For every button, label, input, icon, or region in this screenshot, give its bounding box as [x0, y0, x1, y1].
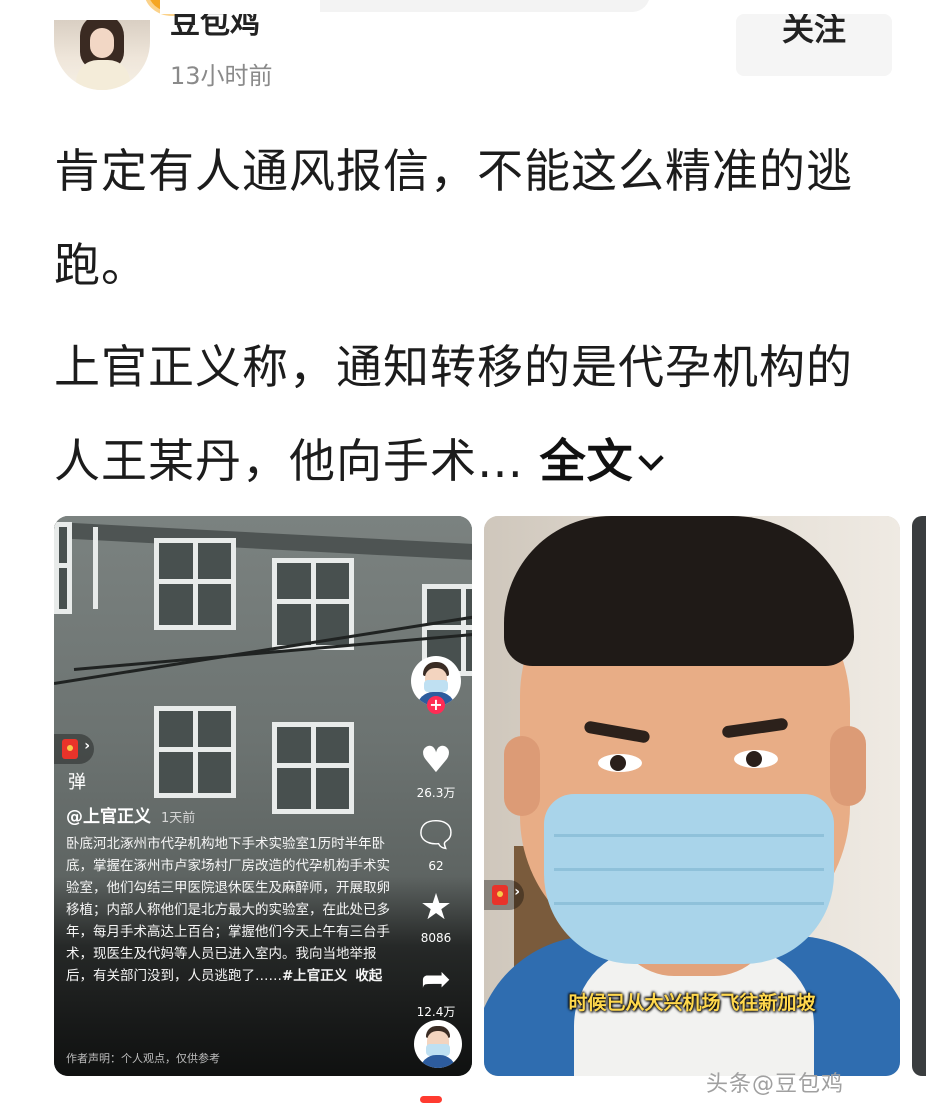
eye [598, 754, 642, 772]
post-paragraph-2-text: 上官正义称，通知转移的是代孕机构的人王某丹，他向手术… [54, 340, 853, 488]
mask-fold [554, 868, 824, 871]
share-count: 12.4万 [416, 1005, 456, 1019]
expand-label: 全文 [539, 434, 634, 488]
video-description: 卧底河北涿州市代孕机构地下手术实验室1历时半年卧底，掌握在涿州市卢家场村厂房改造… [66, 833, 396, 987]
mask-fold [554, 902, 824, 905]
post-paragraph-1: 肯定有人通风报信，不能这么精准的逃跑。 [54, 144, 853, 292]
carousel-indicator [420, 1096, 442, 1103]
ear [830, 726, 866, 806]
music-disc-avatar[interactable] [414, 1020, 462, 1068]
video-card-2[interactable]: › 时候已从大兴机场飞往新加坡 [484, 516, 900, 1076]
heart-icon[interactable]: ♥ [408, 742, 464, 780]
face-mask [544, 794, 834, 964]
building-window [154, 706, 236, 798]
top-crop-mask [160, 0, 320, 14]
author-disclaimer: 作者声明：个人观点，仅供参考 [66, 1052, 220, 1065]
building-window [154, 538, 236, 630]
follow-button[interactable]: 关注 [736, 14, 892, 76]
share-icon[interactable]: ➦ [408, 961, 464, 999]
video-side-actions: + ♥ 26.3万 🗨 62 ★ 8086 ➦ 12.4万 [408, 656, 464, 1020]
video-card-3-peek[interactable] [912, 516, 926, 1076]
follow-plus-icon[interactable]: + [427, 696, 445, 714]
comment-icon[interactable]: 🗨 [408, 817, 464, 855]
man-hair [504, 516, 854, 666]
avatar-body [76, 60, 130, 90]
video-description-text: 卧底河北涿州市代孕机构地下手术实验室1历时半年卧底，掌握在涿州市卢家场村厂房改造… [66, 836, 390, 984]
post-timestamp: 13小时前 [170, 62, 273, 90]
danmu-toggle[interactable]: 弹 [68, 768, 86, 794]
watermark: 头条@豆包鸡 [706, 1072, 845, 1097]
building-window [272, 722, 354, 814]
follow-button-label: 关注 [781, 14, 846, 48]
post-paragraph-2: 上官正义称，通知转移的是代孕机构的人王某丹，他向手术… 全文 [54, 320, 884, 508]
building-window [54, 522, 98, 614]
like-count: 26.3万 [416, 786, 456, 800]
avatar-face [90, 28, 114, 58]
username[interactable]: 豆包鸡 [170, 10, 260, 38]
top-strip [0, 0, 926, 14]
red-packet-icon[interactable]: › [484, 880, 524, 910]
video-subtitle: 时候已从大兴机场飞往新加坡 [568, 992, 816, 1014]
ear [504, 736, 540, 816]
video-author[interactable]: @上官正义 [66, 807, 151, 827]
comment-count: 62 [428, 859, 444, 873]
eye [734, 750, 778, 768]
red-packet-icon[interactable]: › [54, 734, 94, 764]
favorite-count: 8086 [420, 931, 452, 945]
chevron-down-icon [637, 445, 664, 471]
video-author-line: @上官正义 1天前 [66, 802, 396, 827]
star-icon[interactable]: ★ [408, 889, 464, 927]
video-hashtag[interactable]: #上官正义 [282, 968, 347, 984]
avatar[interactable] [54, 20, 150, 90]
video-time: 1天前 [161, 811, 196, 826]
expand-full-text-button[interactable]: 全文 [539, 434, 664, 488]
mask-fold [554, 834, 824, 837]
search-bar[interactable] [300, 0, 650, 12]
video-card-1[interactable]: › 弹 + ♥ 26.3万 🗨 62 ★ 8086 ➦ 12.4万 @上官正义 1… [54, 516, 472, 1076]
collapse-button[interactable]: 收起 [355, 968, 382, 984]
video-info: @上官正义 1天前 卧底河北涿州市代孕机构地下手术实验室1历时半年卧底，掌握在涿州… [66, 802, 396, 987]
